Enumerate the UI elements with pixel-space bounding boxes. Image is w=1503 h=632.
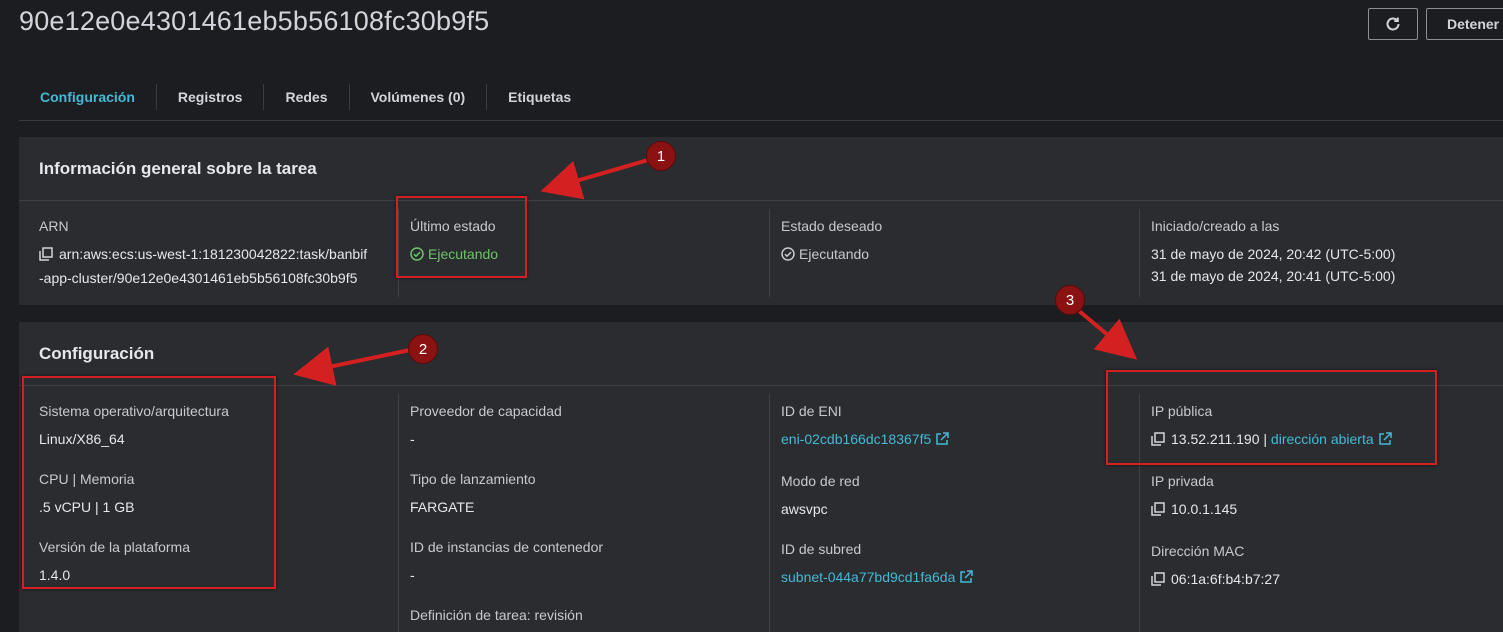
annotation-arrow-2	[293, 346, 411, 386]
annotation-arrows	[293, 158, 1138, 386]
annotation-arrow-3	[1076, 308, 1138, 360]
annotation-badge-2: 2	[408, 334, 438, 364]
annotation-arrow-1	[540, 158, 649, 200]
annotation-badge-3: 3	[1055, 285, 1085, 315]
annotation-badge-1: 1	[646, 141, 676, 171]
